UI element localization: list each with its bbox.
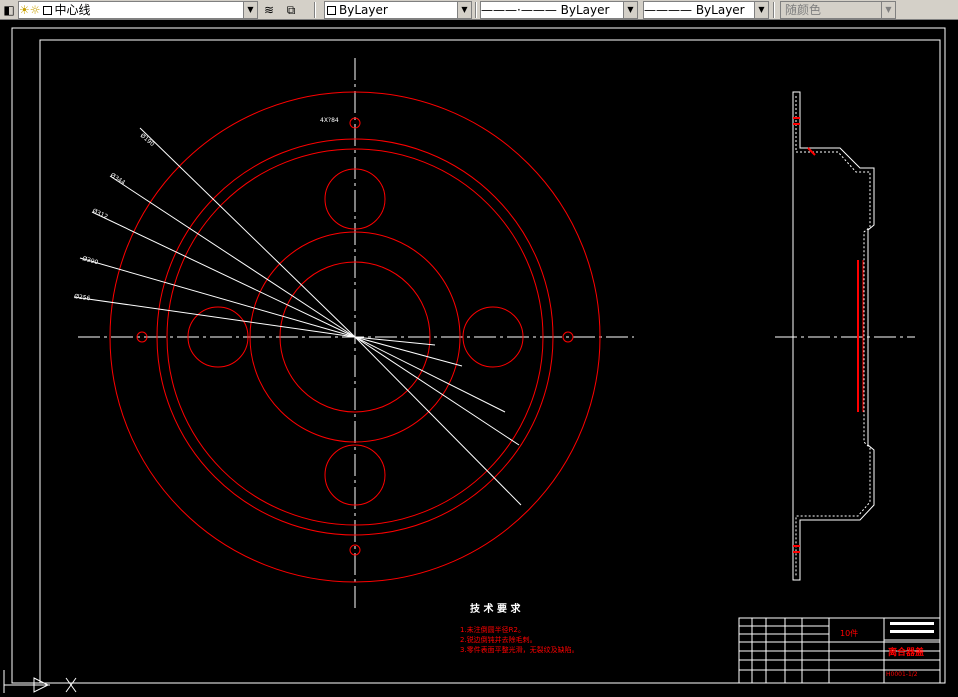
solid-linetype-icon: ———— — [644, 3, 692, 17]
chevron-down-icon: ▼ — [881, 2, 895, 18]
plotstyle-value: 随颜色 — [785, 3, 822, 17]
linetype-dropdown[interactable]: ———·——— ByLayer ▼ — [480, 1, 638, 19]
dashdot-linetype-icon: ———·——— — [481, 3, 557, 17]
plotstyle-dropdown: 随颜色 ▼ — [780, 1, 896, 19]
make-layer-current-icon[interactable]: ≋ — [260, 1, 278, 19]
toolbar-separator — [773, 2, 775, 18]
layer-dropdown[interactable]: ☀☼ 中心线 ▼ — [18, 1, 258, 19]
toolbar-separator — [314, 2, 316, 18]
chevron-down-icon[interactable]: ▼ — [457, 2, 471, 18]
label-d2: Ø344 — [109, 172, 127, 187]
notes-title: 技 术 要 求 — [470, 602, 521, 615]
layer-color-swatch — [42, 6, 52, 15]
title-drawing-no: H0001-1/2 — [886, 671, 918, 678]
title-block: 10件 离合器盖 H0001-1/2 — [738, 617, 941, 684]
front-centerlines — [78, 58, 634, 612]
label-d4: Ø390 — [81, 255, 99, 266]
inner-frame — [39, 39, 941, 684]
lineweight-value: ByLayer — [695, 3, 745, 17]
label-top-hole: 4X?84 — [320, 117, 339, 124]
side-section-view — [775, 91, 915, 581]
outer-frame — [11, 27, 946, 684]
label-d5: Ø256 — [74, 293, 91, 302]
note-1: 1.未注倒圆半径R2。 — [460, 625, 525, 634]
sun-icon: ☼ — [29, 3, 41, 17]
label-d3: Ø312 — [91, 207, 109, 220]
properties-toolbar: ◧ ☀☼ 中心线 ▼ ≋ ⧉ ByLayer ▼ ———·——— ByLayer … — [0, 0, 958, 20]
chevron-down-icon[interactable]: ▼ — [754, 2, 768, 18]
color-dropdown[interactable]: ByLayer ▼ — [324, 1, 472, 19]
technical-notes: 技 术 要 求 1.未注倒圆半径R2。 2.锐边倒钝并去除毛刺。 3.零件表面平… — [460, 602, 579, 654]
color-value: ByLayer — [339, 3, 388, 17]
label-d1: Ø190 — [139, 132, 156, 148]
title-qty: 10件 — [840, 628, 858, 638]
lineweight-dropdown[interactable]: ———— ByLayer ▼ — [643, 1, 769, 19]
layer-state-icon[interactable]: ◧ — [0, 1, 18, 19]
layer-previous-icon[interactable]: ⧉ — [282, 1, 300, 19]
note-3: 3.零件表面平整光滑，无裂纹及缺陷。 — [460, 645, 579, 654]
color-swatch — [327, 6, 336, 15]
drawing-canvas[interactable]: 4X?84 Ø190 Ø344 Ø312 Ø390 Ø256 技 术 要 求 1… — [0, 20, 958, 693]
chevron-down-icon[interactable]: ▼ — [623, 2, 637, 18]
dimension-leaders — [73, 127, 522, 506]
layer-name: 中心线 — [54, 3, 91, 17]
chevron-down-icon[interactable]: ▼ — [243, 2, 257, 18]
title-part-name: 离合器盖 — [888, 646, 924, 658]
dimension-labels: 4X?84 Ø190 Ø344 Ø312 Ø390 Ø256 — [74, 117, 339, 302]
note-2: 2.锐边倒钝并去除毛刺。 — [460, 635, 537, 644]
linetype-value: ByLayer — [560, 3, 610, 17]
toolbar-separator — [475, 2, 477, 18]
lightbulb-icon: ☀ — [19, 3, 30, 17]
